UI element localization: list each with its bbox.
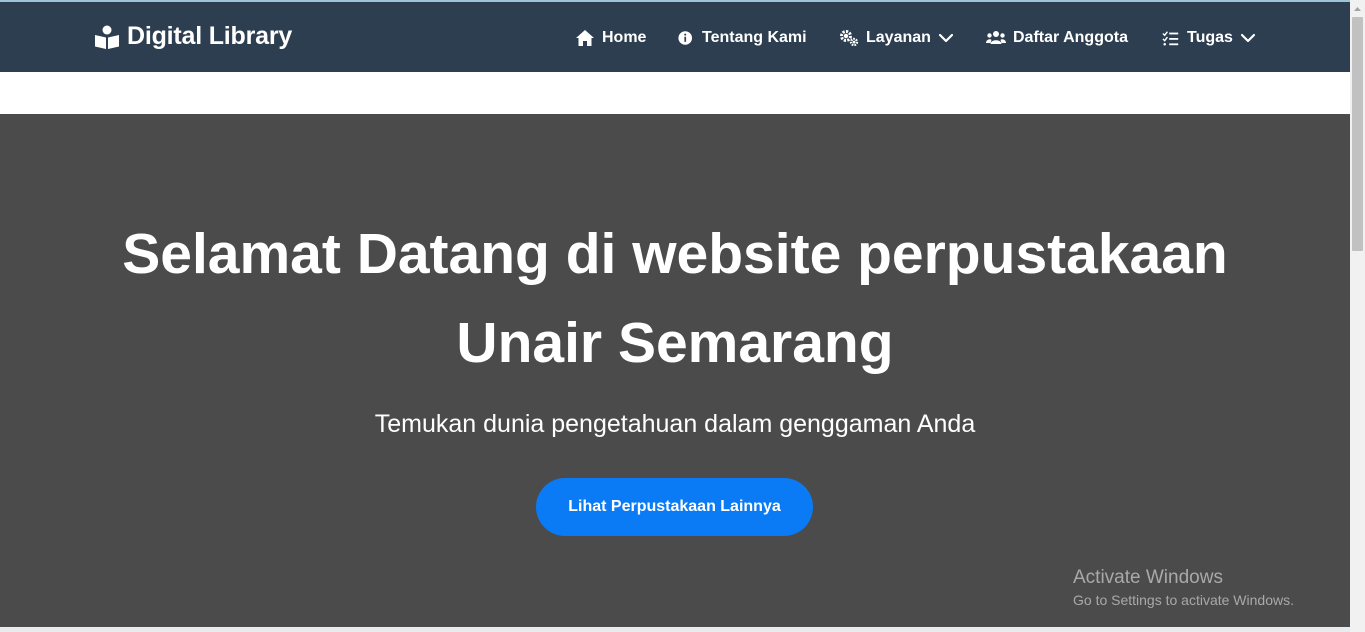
vertical-scrollbar[interactable]: [1350, 0, 1365, 632]
hero-title: Selamat Datang di website perpustakaan U…: [50, 210, 1300, 388]
chevron-down-icon: [1240, 33, 1256, 43]
nav-item-daftar-anggota[interactable]: Daftar Anggota: [986, 24, 1128, 52]
nav-item-label: Tentang Kami: [702, 29, 807, 46]
activate-windows-subtitle: Go to Settings to activate Windows.: [1073, 592, 1294, 608]
section-divider: [0, 627, 1350, 632]
activate-windows-watermark: Activate Windows Go to Settings to activ…: [1073, 566, 1294, 610]
nav-item-home[interactable]: Home: [575, 24, 646, 52]
hero-title-line1: Selamat Datang di website perpustakaan: [122, 222, 1228, 286]
chevron-down-icon: [938, 33, 954, 43]
brand-label: Digital Library: [127, 22, 293, 50]
gears-icon: [840, 30, 859, 47]
list-check-icon: [1162, 31, 1179, 46]
nav-item-label: Home: [602, 29, 647, 46]
hero-subtitle: Temukan dunia pengetahuan dalam genggama…: [374, 410, 976, 438]
users-icon: [986, 31, 1006, 44]
info-circle-icon: [678, 31, 693, 45]
scroll-up-arrow-icon[interactable]: [1350, 2, 1365, 16]
nav-item-layanan[interactable]: Layanan: [839, 24, 954, 52]
nav-item-label: Daftar Anggota: [1013, 29, 1128, 46]
nav-item-tentang-kami[interactable]: Tentang Kami: [678, 24, 807, 52]
book-reader-icon: [95, 25, 119, 49]
hero-title-line2: Unair Semarang: [456, 311, 894, 375]
brand-logo[interactable]: Digital Library: [94, 22, 292, 51]
nav-item-tugas[interactable]: Tugas: [1162, 24, 1256, 52]
scrollbar-thumb[interactable]: [1352, 17, 1363, 251]
nav-item-label: Layanan: [866, 29, 931, 46]
activate-windows-title: Activate Windows: [1073, 567, 1223, 588]
nav-item-label: Tugas: [1187, 29, 1233, 46]
home-icon: [576, 30, 594, 46]
lihat-perpustakaan-button[interactable]: Lihat Perpustakaan Lainnya: [536, 478, 813, 536]
page: Digital Library Home Tentang Kami Layana…: [0, 0, 1350, 632]
navbar: Digital Library Home Tentang Kami Layana…: [0, 0, 1350, 72]
hero-section: Selamat Datang di website perpustakaan U…: [0, 114, 1350, 627]
